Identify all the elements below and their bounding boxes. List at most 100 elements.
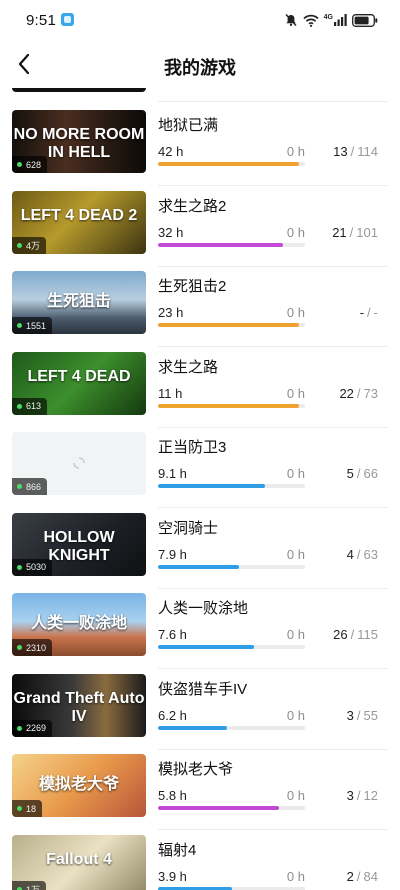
divider: [158, 748, 388, 750]
online-dot-icon: [17, 162, 22, 167]
signal-4g-icon: 4G: [324, 14, 347, 26]
game-name: 辐射4: [158, 841, 197, 859]
achievements-unlocked: 2: [346, 868, 354, 884]
online-dot-icon: [17, 403, 22, 409]
playtime-progress-fill: [158, 242, 283, 247]
game-thumbnail[interactable]: Fallout 4 1万: [12, 834, 146, 890]
playtime-progress-bar: [158, 403, 305, 408]
game-row[interactable]: 生死狙击 1551 生死狙击2 23 h 0 h - / -: [0, 271, 400, 351]
owners-count: 5030: [26, 562, 47, 572]
game-row[interactable]: 模拟老大爷 18 模拟老大爷 5.8 h0 h 3/12: [0, 754, 400, 834]
game-list[interactable]: NO MORE ROOM IN HELL 628 地狱已满 42 h0 h 13/114…: [0, 88, 400, 890]
owners-badge: 628: [12, 156, 48, 173]
achievements-unlocked: -: [359, 305, 365, 320]
game-row[interactable]: Grand Theft Auto IV 2269 侠盗猎车手IV 6.2 h 0 h 3/…: [0, 673, 400, 754]
achievements-separator: /: [350, 627, 355, 642]
achievements: - / -: [360, 305, 378, 320]
achievements-unlocked: 3: [346, 707, 354, 723]
game-thumbnail[interactable]: 模拟老大爷 18: [12, 754, 146, 817]
status-icons: 4G: [284, 12, 378, 28]
divider: [158, 426, 388, 428]
total-hours: 5.8 h: [158, 788, 187, 803]
game-thumbnail[interactable]: Grand Theft Auto IV 2269: [12, 673, 146, 737]
game-name: 正当防卫3: [158, 439, 227, 456]
achievements-separator: /: [349, 224, 354, 240]
achievements-unlocked: 4: [346, 546, 354, 562]
owners-badge: 4万: [12, 236, 47, 254]
game-thumbnail[interactable]: 生死狙击 1551: [12, 271, 146, 334]
online-dot-icon: [17, 725, 22, 731]
playtime-progress-fill: [158, 806, 279, 810]
owners-badge: 866: [12, 478, 48, 495]
thumbnail-title: LEFT 4 DEAD: [27, 367, 131, 385]
playtime-progress-bar: [158, 323, 305, 327]
online-dot-icon: [17, 484, 22, 489]
achievements: 22/73: [339, 386, 378, 401]
recent-hours: 0 h: [286, 144, 305, 159]
recent-hours: 0 h: [286, 627, 305, 642]
playtime-progress-fill: [158, 162, 300, 166]
playtime-progress-fill: [158, 645, 254, 649]
achievements: 21/101: [332, 225, 378, 240]
game-thumbnail[interactable]: LEFT 4 DEAD 2 4万: [12, 190, 146, 254]
playtime-progress-bar: [158, 162, 305, 166]
game-name: 生死狙击2: [158, 278, 227, 295]
recent-hours: 0 h: [286, 868, 305, 884]
playtime-progress-bar: [158, 886, 305, 890]
game-row[interactable]: Fallout 4 1万 辐射4 3.9 h 0 h 2/84: [0, 834, 400, 890]
playtime-progress-bar: [158, 242, 305, 247]
achievements-unlocked: 21: [332, 224, 347, 240]
recent-hours: 0 h: [286, 224, 305, 240]
wifi-icon: [303, 14, 319, 27]
owners-badge: 2269: [12, 719, 53, 737]
achievements-separator: /: [356, 707, 361, 723]
achievements-total: 12: [363, 788, 378, 803]
owners-count: 628: [26, 159, 42, 170]
game-thumbnail[interactable]: LEFT 4 DEAD 613: [12, 351, 146, 415]
achievements-separator: /: [350, 144, 355, 159]
total-hours: 23 h: [158, 305, 184, 320]
game-thumbnail[interactable]: HOLLOW KNIGHT 5030: [12, 512, 146, 576]
achievements-total: 114: [357, 144, 378, 159]
game-row[interactable]: 人类一败涂地 2310 人类一败涂地 7.6 h 0 h 26/115: [0, 593, 400, 673]
achievements-unlocked: 26: [333, 627, 348, 642]
game-row[interactable]: LEFT 4 DEAD 613 求生之路 11 h 0 h 22/73: [0, 351, 400, 432]
owners-count: 613: [26, 401, 42, 411]
achievements-unlocked: 3: [346, 788, 354, 803]
total-hours: 3.9 h: [158, 868, 187, 884]
game-row[interactable]: HOLLOW KNIGHT 5030 空洞骑士 7.9 h 0 h 4/63: [0, 512, 400, 593]
owners-count: 866: [26, 481, 42, 492]
playtime-progress-fill: [158, 725, 228, 730]
achievements-total: 63: [363, 546, 378, 562]
owners-badge: 1万: [12, 880, 47, 890]
silent-icon: [284, 13, 298, 27]
game-name: 求生之路2: [158, 197, 227, 215]
owners-count: 2310: [26, 642, 47, 653]
achievements-total: 84: [363, 868, 378, 884]
achievements: 5/66: [347, 466, 378, 481]
playtime-progress-fill: [158, 323, 300, 327]
achievements: 3/55: [347, 708, 378, 723]
recent-hours: 0 h: [286, 305, 305, 320]
page-title: 我的游戏: [164, 58, 236, 78]
owners-badge: 1551: [12, 317, 53, 334]
game-row[interactable]: LEFT 4 DEAD 2 4万 求生之路2 32 h 0 h 21/101: [0, 190, 400, 271]
achievements-unlocked: 5: [346, 466, 354, 481]
achievements-separator: /: [356, 546, 361, 562]
owners-count: 18: [26, 803, 37, 814]
playtime-progress-fill: [158, 564, 239, 569]
owners-count: 2269: [26, 723, 47, 733]
game-row[interactable]: NO MORE ROOM IN HELL 628 地狱已满 42 h 0 h 13/114: [0, 110, 400, 190]
total-hours: 32 h: [158, 224, 184, 240]
achievements: 13/114: [333, 144, 378, 159]
recent-hours: 0 h: [286, 385, 305, 401]
game-thumbnail[interactable]: 人类一败涂地 2310: [12, 593, 146, 656]
playtime-progress-fill: [158, 403, 300, 408]
achievements-total: 55: [363, 707, 378, 723]
game-name: 求生之路: [158, 358, 219, 376]
network-label: 4G: [323, 14, 333, 21]
total-hours: 11 h: [158, 385, 183, 401]
game-row[interactable]: 866 正当防卫3 9.1 h 0 h 5/66: [0, 432, 400, 512]
game-thumbnail[interactable]: NO MORE ROOM IN HELL 628: [12, 110, 146, 173]
game-thumbnail[interactable]: 866: [12, 432, 146, 495]
